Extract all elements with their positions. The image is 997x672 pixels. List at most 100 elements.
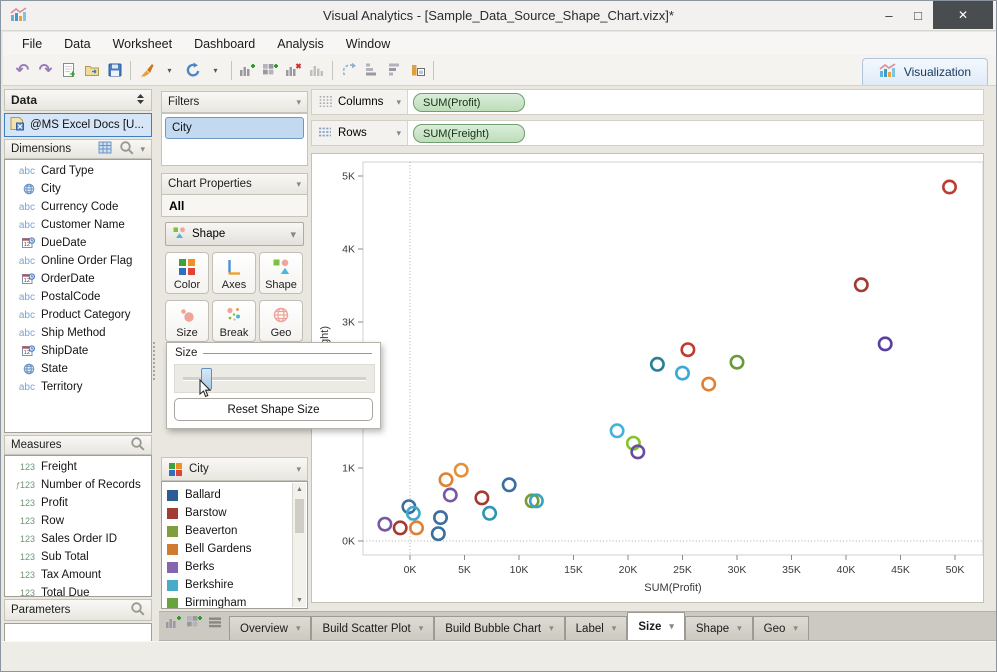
menu-analysis[interactable]: Analysis [266, 35, 335, 53]
chevron-down-icon[interactable]: ▾ [296, 623, 301, 634]
dimension-item[interactable]: abc Online Order Flag [5, 252, 151, 270]
scroll-down-icon[interactable]: ▼ [296, 597, 303, 607]
search-icon[interactable] [130, 601, 145, 619]
break-property-button[interactable]: Break [212, 300, 256, 342]
dimension-item[interactable]: abc Currency Code [5, 198, 151, 216]
add-dashboard-icon[interactable] [259, 58, 282, 82]
duplicate-icon[interactable] [305, 58, 328, 82]
chevron-down-icon[interactable]: ▾ [612, 623, 617, 634]
tab-overview[interactable]: Overview ▾ [229, 616, 312, 640]
tab-geo[interactable]: Geo ▾ [752, 616, 809, 640]
axes-property-button[interactable]: Axes [212, 252, 256, 294]
chevron-down-icon[interactable]: ▾ [737, 623, 742, 634]
format-icon[interactable] [135, 58, 158, 82]
shape-dropdown[interactable]: Shape ▾ [165, 222, 304, 246]
search-icon[interactable] [130, 436, 145, 454]
dimension-item[interactable]: abc Product Category [5, 306, 151, 324]
dimension-item[interactable]: State [5, 360, 151, 378]
menu-worksheet[interactable]: Worksheet [102, 35, 184, 53]
chevron-down-icon[interactable]: ▾ [396, 97, 401, 108]
sort-ascending-icon[interactable] [360, 58, 383, 82]
size-property-button[interactable]: Size [165, 300, 209, 342]
new-worksheet-icon[interactable] [165, 614, 182, 635]
save-icon[interactable] [103, 58, 126, 82]
menu-dashboard[interactable]: Dashboard [183, 35, 266, 53]
maximize-button[interactable]: □ [904, 1, 932, 29]
chart-area[interactable]: 0K1K2K3K4K5K0K5K10K15K20K25K30K35K40K45K… [311, 153, 984, 603]
new-workbook-icon[interactable]: + [57, 58, 80, 82]
measure-item[interactable]: 123 Row [5, 512, 151, 530]
tab-size[interactable]: Size ▾ [627, 612, 685, 640]
measure-item[interactable]: 123 Freight [5, 458, 151, 476]
chevron-down-icon[interactable]: ▾ [396, 128, 401, 139]
tab-label[interactable]: Label ▾ [564, 616, 628, 640]
geo-property-button[interactable]: Geo [259, 300, 303, 342]
measure-item[interactable]: ƒ123 Number of Records [5, 476, 151, 494]
shape-property-button[interactable]: Shape [259, 252, 303, 294]
city-legend-item[interactable]: Berkshire [162, 576, 307, 594]
refresh-icon[interactable] [181, 58, 204, 82]
color-property-button[interactable]: Color [165, 252, 209, 294]
sort-descending-icon[interactable] [383, 58, 406, 82]
city-legend-header[interactable]: City ▾ [161, 457, 308, 481]
rows-shelf-label[interactable]: Rows ▾ [312, 121, 408, 145]
chevron-down-icon[interactable]: ▾ [669, 621, 674, 632]
dimension-item[interactable]: abc Ship Method [5, 324, 151, 342]
fit-chart-icon[interactable] [406, 58, 429, 82]
chevron-down-icon[interactable]: ▾ [296, 97, 301, 108]
chevron-down-icon[interactable]: ▾ [296, 179, 301, 190]
dimension-item[interactable]: 12 DueDate [5, 234, 151, 252]
city-legend-item[interactable]: Barstow [162, 504, 307, 522]
sort-updown-icon[interactable] [136, 93, 145, 108]
table-view-icon[interactable] [98, 141, 112, 157]
city-legend-item[interactable]: Bell Gardens [162, 540, 307, 558]
add-worksheet-icon[interactable] [236, 58, 259, 82]
dimension-item[interactable]: abc Customer Name [5, 216, 151, 234]
panel-splitter[interactable] [153, 342, 158, 380]
scroll-up-icon[interactable]: ▲ [296, 483, 303, 493]
data-source-item[interactable]: @MS Excel Docs [U... [4, 113, 152, 137]
chevron-down-icon[interactable]: ▾ [419, 623, 424, 634]
chart-properties-header[interactable]: Chart Properties ▾ [161, 173, 308, 195]
measure-item[interactable]: 123 Tax Amount [5, 566, 151, 584]
filter-pill-city[interactable]: City [165, 117, 304, 139]
filters-header[interactable]: Filters ▾ [161, 91, 308, 113]
dimension-item[interactable]: abc Card Type [5, 162, 151, 180]
chevron-down-icon[interactable]: ▾ [793, 623, 798, 634]
close-button[interactable]: ✕ [933, 1, 993, 29]
delete-worksheet-icon[interactable] [282, 58, 305, 82]
tab-build-scatter-plot[interactable]: Build Scatter Plot ▾ [311, 616, 435, 640]
scrollbar-thumb[interactable] [295, 499, 304, 533]
chart-properties-scope[interactable]: All [161, 195, 308, 217]
dimension-item[interactable]: abc PostalCode [5, 288, 151, 306]
measure-item[interactable]: 123 Total Due [5, 584, 151, 596]
reset-shape-size-button[interactable]: Reset Shape Size [174, 398, 373, 421]
dimension-item[interactable]: 12 ShipDate [5, 342, 151, 360]
redo-icon[interactable]: ↷ [34, 58, 57, 82]
measure-item[interactable]: 123 Sub Total [5, 548, 151, 566]
dimension-item[interactable]: 12 OrderDate [5, 270, 151, 288]
visualization-tab[interactable]: Visualization [861, 58, 988, 85]
chevron-down-icon[interactable]: ▾ [549, 623, 554, 634]
tab-build-bubble-chart[interactable]: Build Bubble Chart ▾ [434, 616, 565, 640]
menu-file[interactable]: File [11, 35, 53, 53]
measure-item[interactable]: 123 Sales Order ID [5, 530, 151, 548]
worksheet-list-icon[interactable] [207, 615, 223, 634]
swap-axes-icon[interactable] [337, 58, 360, 82]
tab-shape[interactable]: Shape ▾ [684, 616, 753, 640]
columns-pill[interactable]: SUM(Profit) [413, 93, 525, 112]
dropdown-caret[interactable]: ▾ [158, 58, 181, 82]
measure-item[interactable]: 123 Profit [5, 494, 151, 512]
city-legend-item[interactable]: Birmingham [162, 594, 307, 608]
city-legend-item[interactable]: Beaverton [162, 522, 307, 540]
scrollbar[interactable]: ▲ ▼ [292, 483, 306, 607]
menu-data[interactable]: Data [53, 35, 101, 53]
city-legend-item[interactable]: Berks [162, 558, 307, 576]
columns-shelf-label[interactable]: Columns ▾ [312, 90, 408, 114]
dimension-item[interactable]: abc Territory [5, 378, 151, 396]
minimize-button[interactable]: – [875, 1, 903, 29]
new-dashboard-icon[interactable] [186, 614, 203, 635]
rows-pill[interactable]: SUM(Freight) [413, 124, 525, 143]
search-icon[interactable] [119, 140, 134, 158]
menu-window[interactable]: Window [335, 35, 401, 53]
